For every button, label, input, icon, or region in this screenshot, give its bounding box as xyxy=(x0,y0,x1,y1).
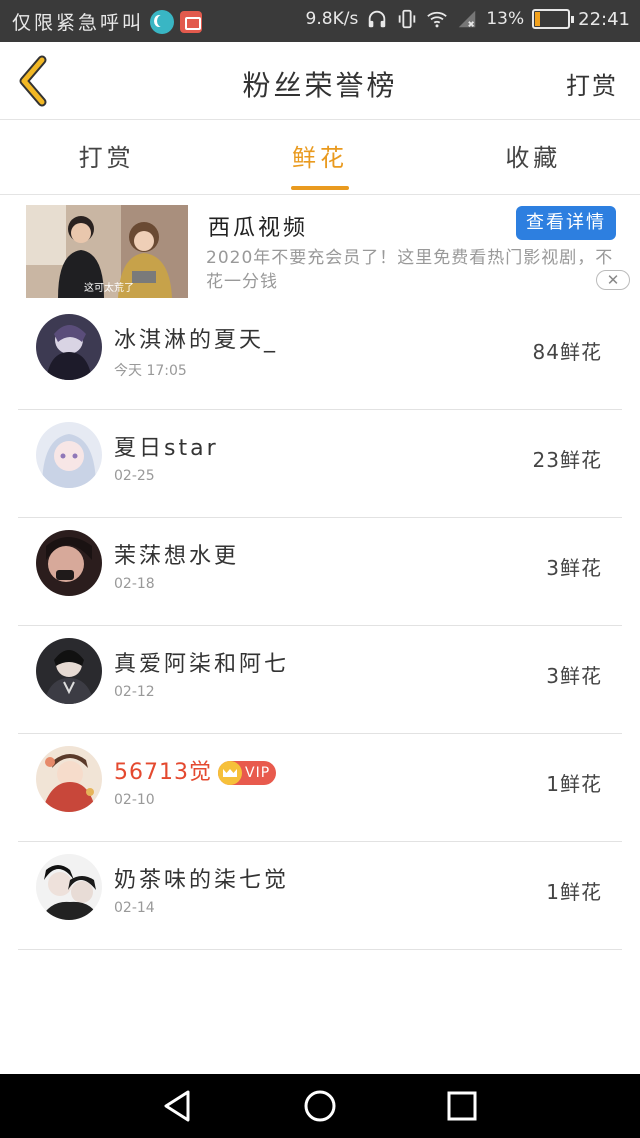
flower-count: 3鲜花 xyxy=(546,664,602,688)
carrier-text: 仅限紧急呼叫 xyxy=(12,12,145,34)
ad-thumb-caption: 这可太荒了 xyxy=(84,283,134,294)
clock: 22:41 xyxy=(578,8,630,30)
flower-count: 1鲜花 xyxy=(546,772,602,796)
list-item[interactable]: 56713觉 VIP 02-10 1鲜花 xyxy=(18,734,622,842)
tab-flowers[interactable]: 鲜花 xyxy=(213,121,426,194)
ad-close-button[interactable]: ✕ xyxy=(596,270,630,290)
back-triangle-icon[interactable] xyxy=(160,1088,196,1124)
recents-square-icon[interactable] xyxy=(444,1088,480,1124)
list-item[interactable]: 冰淇淋的夏天_ 今天 17:05 84鲜花 xyxy=(18,302,622,410)
fan-name: 真爱阿柒和阿七 xyxy=(114,652,290,677)
fan-date: 今天 17:05 xyxy=(114,363,187,379)
fan-name: 夏日star xyxy=(114,436,219,461)
list-item[interactable]: 夏日star 02-25 23鲜花 xyxy=(18,410,622,518)
fan-list: 冰淇淋的夏天_ 今天 17:05 84鲜花 夏日star 02-25 23鲜花 … xyxy=(0,302,640,950)
avatar[interactable] xyxy=(36,530,102,596)
reward-button[interactable]: 打赏 xyxy=(566,66,618,101)
vip-label: VIP xyxy=(245,765,271,781)
ad-details-button[interactable]: 查看详情 xyxy=(516,206,616,240)
avatar[interactable] xyxy=(36,422,102,488)
network-speed: 9.8K/s xyxy=(305,9,359,29)
fan-date: 02-14 xyxy=(114,900,155,916)
mail-app-icon xyxy=(180,10,203,33)
header: 粉丝荣誉榜 打赏 xyxy=(0,42,640,120)
vibrate-icon xyxy=(399,9,416,29)
list-item[interactable]: 茉莯想水更 02-18 3鲜花 xyxy=(18,518,622,626)
fan-name: 奶茶味的柒七觉 xyxy=(114,868,290,893)
tab-reward[interactable]: 打赏 xyxy=(0,121,213,194)
avatar[interactable] xyxy=(36,314,102,380)
list-item[interactable]: 奶茶味的柒七觉 02-14 1鲜花 xyxy=(18,842,622,950)
flower-count: 23鲜花 xyxy=(532,448,602,472)
flower-count: 3鲜花 xyxy=(546,556,602,580)
home-circle-icon[interactable] xyxy=(302,1088,338,1124)
moon-app-icon xyxy=(150,9,175,34)
tab-favorites[interactable]: 收藏 xyxy=(427,121,640,194)
fan-date: 02-12 xyxy=(114,684,155,700)
vip-badge: VIP xyxy=(218,761,277,785)
fan-date: 02-10 xyxy=(114,792,155,808)
battery-icon xyxy=(532,9,575,29)
tab-bar: 打赏 鲜花 收藏 xyxy=(0,121,640,195)
system-navigation-bar xyxy=(0,1074,640,1138)
wifi-icon xyxy=(427,11,448,28)
list-item[interactable]: 真爱阿柒和阿七 02-12 3鲜花 xyxy=(18,626,622,734)
ad-title: 西瓜视频 xyxy=(208,216,309,241)
fan-date: 02-18 xyxy=(114,576,155,592)
ad-banner[interactable]: 这可太荒了 西瓜视频 查看详情 2020年不要充会员了！这里免费看热门影视剧，不… xyxy=(0,196,640,302)
fan-name: 冰淇淋的夏天_ xyxy=(114,328,279,353)
status-bar: 仅限紧急呼叫 9.8K/s 13% 22:41 xyxy=(0,0,640,42)
fan-name-vip: 56713觉 VIP xyxy=(114,754,277,786)
flower-count: 84鲜花 xyxy=(532,340,602,364)
avatar[interactable] xyxy=(36,854,102,920)
fan-name: 茉莯想水更 xyxy=(114,544,240,569)
fan-name: 56713觉 xyxy=(114,760,212,785)
crown-icon xyxy=(218,761,242,785)
fan-date: 02-25 xyxy=(114,468,155,484)
avatar[interactable] xyxy=(36,638,102,704)
headphones-icon xyxy=(369,10,386,28)
ad-thumbnail[interactable]: 这可太荒了 xyxy=(26,205,188,298)
avatar[interactable] xyxy=(36,746,102,812)
ad-description: 2020年不要充会员了！这里免费看热门影视剧，不花一分钱 xyxy=(206,248,614,292)
flower-count: 1鲜花 xyxy=(546,880,602,904)
signal-icon xyxy=(459,10,476,28)
page-title: 粉丝荣誉榜 xyxy=(242,69,398,102)
battery-percent: 13% xyxy=(486,9,525,29)
